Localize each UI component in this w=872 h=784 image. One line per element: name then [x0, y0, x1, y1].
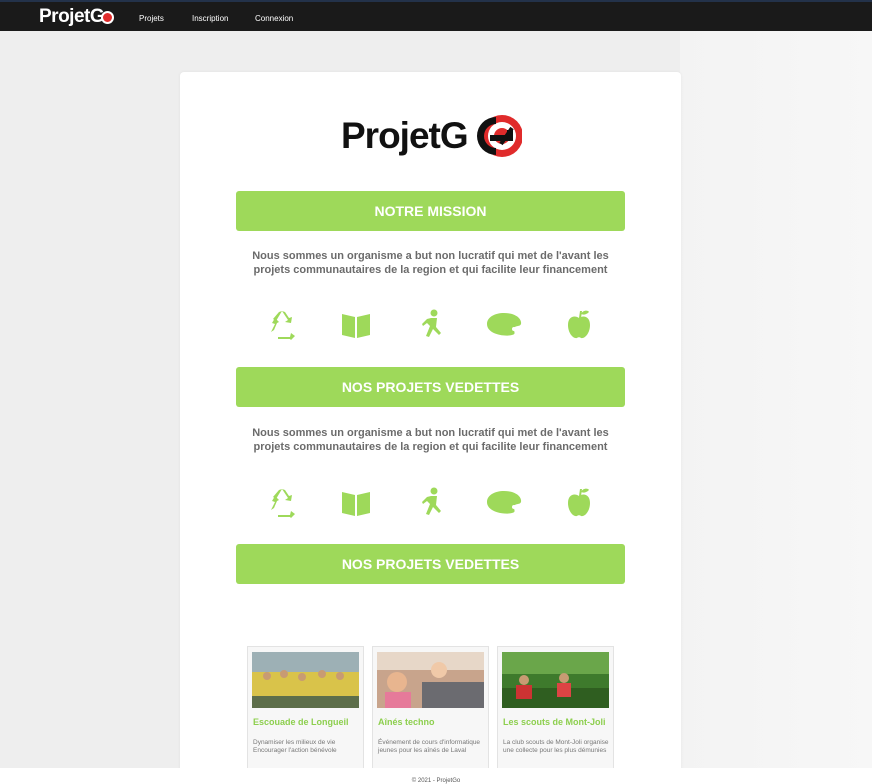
- nav-link-projets[interactable]: Projets: [139, 14, 164, 23]
- nav-link-connexion[interactable]: Connexion: [255, 14, 293, 23]
- recycle-icon: [271, 311, 295, 340]
- project-description: Événement de cours d'informatique jeunes…: [378, 739, 481, 754]
- palette-icon: [487, 313, 522, 336]
- top-navbar: ProjetG Projets Inscription Connexion: [0, 0, 872, 31]
- project-title[interactable]: Escouade de Longueil: [253, 717, 349, 727]
- project-title[interactable]: Les scouts de Mont-Joli: [503, 717, 606, 727]
- brand-logo[interactable]: ProjetG: [39, 6, 115, 28]
- recycle-icon: [271, 489, 295, 518]
- mission-text-2: Nous sommes un organisme a but non lucra…: [252, 427, 609, 453]
- logo-text: ProjetG: [341, 115, 469, 156]
- palette-icon: [487, 491, 522, 514]
- nav-link-inscription[interactable]: Inscription: [192, 14, 228, 23]
- project-description: La club scouts de Mont-Joli organise une…: [503, 739, 609, 754]
- apple-icon: [568, 310, 590, 339]
- project-card[interactable]: Aînés techno Événement de cours d'inform…: [372, 646, 489, 774]
- banner-mission: NOTRE MISSION: [236, 191, 625, 231]
- project-photo: [252, 652, 359, 708]
- brand-text: ProjetG: [39, 6, 105, 27]
- footer: © 2021 - ProjetGo: [0, 768, 872, 784]
- project-title[interactable]: Aînés techno: [378, 717, 435, 727]
- icon-row-1: [236, 306, 625, 342]
- apple-icon: [568, 488, 590, 517]
- project-photo: [377, 652, 484, 708]
- main-logo: ProjetG: [341, 108, 522, 164]
- runner-icon: [422, 309, 441, 337]
- book-icon: [342, 492, 370, 516]
- icon-row-2: [236, 484, 625, 520]
- mission-text: Nous sommes un organisme a but non lucra…: [252, 250, 609, 276]
- banner-projets-vedettes-1: NOS PROJETS VEDETTES: [236, 367, 625, 407]
- book-icon: [342, 314, 370, 338]
- project-card[interactable]: Escouade de Longueil Dynamiser les milie…: [247, 646, 364, 774]
- runner-icon: [422, 487, 441, 515]
- page-background: [680, 31, 872, 784]
- project-card[interactable]: Les scouts de Mont-Joli La club scouts d…: [497, 646, 614, 774]
- brand-target-icon: [101, 10, 115, 24]
- project-photo: [502, 652, 609, 708]
- logo-target-icon: [476, 115, 522, 157]
- project-description: Dynamiser les milieux de vie Encourager …: [253, 739, 337, 754]
- banner-projets-vedettes-2: NOS PROJETS VEDETTES: [236, 544, 625, 584]
